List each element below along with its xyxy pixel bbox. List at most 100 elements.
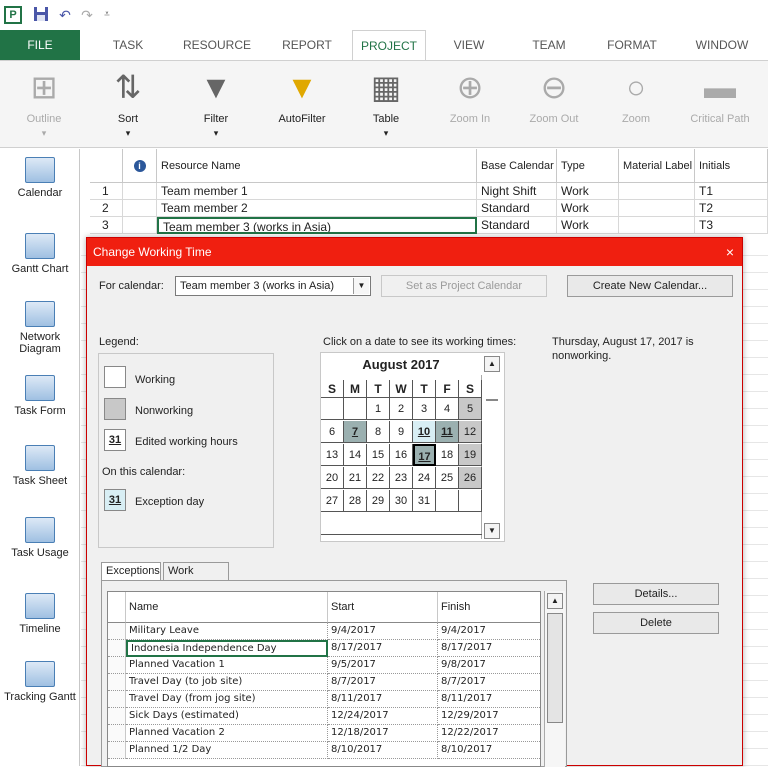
exception-row-header[interactable] [108,640,126,657]
calendar-day[interactable]: 14 [344,444,367,466]
exception-row-header[interactable] [108,623,126,640]
tab-task[interactable]: TASK [88,30,168,60]
exception-name-cell[interactable]: Military Leave [126,623,328,640]
calendar-day[interactable]: 12 [459,421,482,443]
exceptions-scrollbar[interactable]: ▲ [544,591,565,767]
tab-exceptions[interactable]: Exceptions [101,562,161,581]
sheet-cell-info[interactable] [123,200,157,217]
sidebar-item-gantt-chart[interactable]: Gantt Chart [0,233,80,275]
exception-start-cell[interactable]: 9/5/2017 [328,657,438,674]
delete-button[interactable]: Delete [593,612,719,634]
exception-row-header[interactable] [108,725,126,742]
calendar-day[interactable]: 16 [390,444,413,466]
calendar-day[interactable]: 27 [321,490,344,512]
sheet-cell-initials[interactable]: T2 [695,200,768,217]
sheet-cell-id[interactable]: 3 [90,217,123,234]
exception-row-header[interactable] [108,657,126,674]
zoom-out-button[interactable]: ⊖ Zoom Out [514,63,594,147]
calendar-scrollbar[interactable] [481,375,502,539]
tab-team[interactable]: TEAM [512,30,586,60]
sheet-cell-id[interactable]: 1 [90,183,123,200]
exception-start-cell[interactable]: 8/7/2017 [328,674,438,691]
calendar-day[interactable]: 4 [436,398,459,420]
exception-start-cell[interactable]: 12/24/2017 [328,708,438,725]
calendar-day[interactable]: 6 [321,421,344,443]
exception-finish-cell[interactable]: 8/10/2017 [438,742,540,759]
info-column-header[interactable]: i [123,149,157,183]
exception-name-cell[interactable]: Planned Vacation 1 [126,657,328,674]
calendar-day[interactable]: 15 [367,444,390,466]
create-new-calendar-button[interactable]: Create New Calendar... [567,275,733,297]
autofilter-button[interactable]: ▼ AutoFilter [262,63,342,147]
calendar-day[interactable]: 21 [344,467,367,489]
sheet-cell-base-calendar[interactable]: Night Shift [477,183,557,200]
exception-name-cell[interactable]: Sick Days (estimated) [126,708,328,725]
exception-finish-cell[interactable]: 12/29/2017 [438,708,540,725]
calendar-day[interactable]: 24 [413,467,436,489]
calendar-day[interactable]: 10 [413,421,436,443]
exception-name-cell[interactable]: Travel Day (from jog site) [126,691,328,708]
sidebar-item-tracking-gantt[interactable]: Tracking Gantt [0,661,80,703]
exceptions-finish-header[interactable]: Finish [438,592,540,623]
chevron-down-icon[interactable] [596,127,676,139]
sheet-cell-type[interactable]: Work [557,217,619,234]
calendar-select[interactable]: Team member 3 (works in Asia) ▼ [175,276,371,296]
zoom-in-button[interactable]: ⊕ Zoom In [430,63,510,147]
sheet-cell-info[interactable] [123,183,157,200]
tab-report[interactable]: REPORT [268,30,346,60]
exception-finish-cell[interactable]: 8/7/2017 [438,674,540,691]
calendar-day[interactable]: 9 [390,421,413,443]
customize-qat-icon[interactable]: ⩡ [100,6,114,24]
calendar-day[interactable]: 28 [344,490,367,512]
sidebar-item-calendar[interactable]: Calendar [0,157,80,199]
calendar-day[interactable]: 8 [367,421,390,443]
sheet-cell-base-calendar[interactable]: Standard [477,200,557,217]
sidebar-item-task-form[interactable]: Task Form [0,375,80,417]
calendar-day[interactable]: 3 [413,398,436,420]
set-project-calendar-button[interactable]: Set as Project Calendar [381,275,547,297]
calendar-day[interactable]: 19 [459,444,482,466]
undo-icon[interactable]: ↶ [56,6,74,24]
sheet-cell-type[interactable]: Work [557,200,619,217]
sheet-cell-type[interactable]: Work [557,183,619,200]
sidebar-item-task-sheet[interactable]: Task Sheet [0,445,80,487]
exception-row-header[interactable] [108,691,126,708]
exception-name-cell[interactable]: Travel Day (to job site) [126,674,328,691]
row-number-header[interactable] [90,149,123,183]
tab-project[interactable]: PROJECT [352,30,426,61]
sheet-cell-name[interactable]: Team member 3 (works in Asia) [157,217,477,234]
next-month-arrow-icon[interactable]: ▼ [484,523,500,539]
calendar-day[interactable]: 18 [436,444,459,466]
chevron-down-icon[interactable] [514,127,594,139]
resource-name-header[interactable]: Resource Name [157,149,477,183]
sheet-cell-info[interactable] [123,217,157,234]
sidebar-item-timeline[interactable]: Timeline [0,593,80,635]
exceptions-name-header[interactable]: Name [126,592,328,623]
scroll-thumb[interactable] [486,399,498,401]
chevron-down-icon[interactable]: ▾ [88,127,168,139]
exception-row-header[interactable] [108,674,126,691]
exception-name-cell[interactable]: Planned Vacation 2 [126,725,328,742]
calendar-day[interactable]: 29 [367,490,390,512]
sheet-cell-name[interactable]: Team member 2 [157,200,477,217]
tab-resource[interactable]: RESOURCE [172,30,262,60]
sheet-cell-base-calendar[interactable]: Standard [477,217,557,234]
sidebar-item-task-usage[interactable]: Task Usage [0,517,80,559]
sheet-cell-initials[interactable]: T1 [695,183,768,200]
prev-month-arrow-icon[interactable]: ▲ [484,356,500,372]
chevron-down-icon[interactable]: ▾ [346,127,426,139]
exception-finish-cell[interactable]: 8/17/2017 [438,640,540,657]
calendar-day[interactable]: 2 [390,398,413,420]
sheet-cell-material[interactable] [619,200,695,217]
chevron-down-icon[interactable] [680,127,760,139]
chevron-down-icon[interactable]: ▼ [353,278,369,294]
save-icon[interactable] [32,6,50,24]
sheet-cell-initials[interactable]: T3 [695,217,768,234]
tab-format[interactable]: FORMAT [592,30,672,60]
table-button[interactable]: ▦ Table ▾ [346,63,426,147]
calendar-day[interactable]: 20 [321,467,344,489]
exception-row-header[interactable] [108,708,126,725]
tab-work-weeks[interactable]: Work Weeks [163,562,229,594]
exceptions-start-header[interactable]: Start [328,592,438,623]
calendar-day[interactable]: 30 [390,490,413,512]
